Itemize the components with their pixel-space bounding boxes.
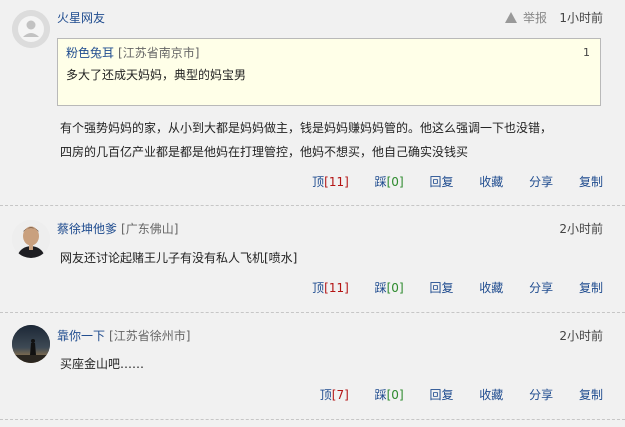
comment-location: [广东佛山] (121, 222, 179, 236)
share-button[interactable]: 分享 (529, 281, 553, 295)
comment-actions: 顶[11] 踩[0] 回复 收藏 分享 复制 (290, 280, 603, 296)
downvote-count: [0] (386, 175, 404, 189)
reply-button[interactable]: 回复 (429, 388, 453, 402)
comment-username[interactable]: 靠你一下 (57, 329, 105, 343)
comment-username[interactable]: 蔡徐坤他爹 (57, 222, 117, 236)
comment-content: 有个强势妈妈的家，从小到大都是妈妈做主，钱是妈妈赚妈妈管的。他这么强调一下也没错… (60, 116, 605, 164)
comment-username-line: 靠你一下 [江苏省徐州市] (57, 328, 190, 344)
comment-divider (0, 419, 625, 420)
favorite-button[interactable]: 收藏 (479, 175, 503, 189)
warning-icon (504, 12, 517, 23)
downvote-button[interactable]: 踩[0] (375, 175, 404, 189)
comment-time: 2小时前 (559, 329, 603, 343)
avatar[interactable] (12, 325, 50, 363)
upvote-count: [7] (331, 388, 349, 402)
comment-content-line: 四房的几百亿产业都是都是他妈在打理管控，他妈不想买，他自己确实没钱买 (60, 145, 469, 159)
comment-actions: 顶[7] 踩[0] 回复 收藏 分享 复制 (298, 387, 603, 403)
comment-username[interactable]: 火星网友 (57, 10, 105, 26)
comment-location: [江苏省徐州市] (109, 329, 191, 343)
share-button[interactable]: 分享 (529, 388, 553, 402)
comment-time: 1小时前 (559, 11, 603, 25)
upvote-button[interactable]: 顶[11] (312, 281, 349, 295)
reply-button[interactable]: 回复 (429, 175, 453, 189)
quoted-comment: 粉色兔耳 [江苏省南京市] 1 多大了还成天妈妈，典型的妈宝男 (57, 38, 601, 106)
quoted-location: [江苏省南京市] (118, 46, 200, 60)
copy-button[interactable]: 复制 (579, 388, 603, 402)
comment-content-line: 有个强势妈妈的家，从小到大都是妈妈做主，钱是妈妈赚妈妈管的。他这么强调一下也没错… (60, 121, 553, 135)
favorite-button[interactable]: 收藏 (479, 388, 503, 402)
user-photo-icon (12, 325, 50, 363)
reply-button[interactable]: 回复 (429, 281, 453, 295)
upvote-label: 顶 (312, 281, 325, 295)
comment-content: 网友还讨论起赌王儿子有没有私人飞机[喷水] (60, 246, 605, 270)
upvote-label: 顶 (319, 388, 332, 402)
downvote-label: 踩 (374, 175, 387, 189)
report-button[interactable]: 举报 (504, 10, 547, 26)
comment-username-line: 蔡徐坤他爹 [广东佛山] (57, 221, 178, 237)
downvote-label: 踩 (374, 388, 387, 402)
upvote-button[interactable]: 顶[7] (320, 388, 349, 402)
upvote-count: [11] (324, 175, 349, 189)
avatar[interactable] (12, 220, 50, 258)
quoted-floor-number: 1 (583, 46, 590, 59)
comment-content-line: 买座金山吧…… (60, 357, 145, 371)
comment-actions: 顶[11] 踩[0] 回复 收藏 分享 复制 (290, 174, 603, 190)
downvote-label: 踩 (374, 281, 387, 295)
comment-time: 2小时前 (559, 222, 603, 236)
quoted-text: 多大了还成天妈妈，典型的妈宝男 (66, 68, 247, 82)
copy-button[interactable]: 复制 (579, 281, 603, 295)
avatar-default[interactable] (12, 10, 50, 48)
upvote-label: 顶 (312, 175, 325, 189)
favorite-button[interactable]: 收藏 (479, 281, 503, 295)
downvote-count: [0] (386, 388, 404, 402)
comment-item: 火星网友 举报 1小时前 粉色兔耳 [江苏省南京市] 1 多大了还成天妈妈，典型的… (0, 0, 625, 205)
quoted-username[interactable]: 粉色兔耳 (66, 46, 114, 60)
report-label: 举报 (522, 11, 547, 25)
copy-button[interactable]: 复制 (579, 175, 603, 189)
upvote-count: [11] (324, 281, 349, 295)
quoted-user: 粉色兔耳 [江苏省南京市] (66, 45, 199, 61)
user-placeholder-icon (12, 10, 50, 48)
comment-item: 靠你一下 [江苏省徐州市] 2小时前 买座金山吧…… 顶[7] 踩[0] 回复 收… (0, 313, 625, 419)
user-photo-icon (12, 220, 50, 258)
downvote-count: [0] (386, 281, 404, 295)
comment-item: 蔡徐坤他爹 [广东佛山] 2小时前 网友还讨论起赌王儿子有没有私人飞机[喷水] 顶… (0, 206, 625, 312)
share-button[interactable]: 分享 (529, 175, 553, 189)
downvote-button[interactable]: 踩[0] (375, 388, 404, 402)
comment-content-line: 网友还讨论起赌王儿子有没有私人飞机[喷水] (60, 251, 298, 265)
comment-content: 买座金山吧…… (60, 352, 605, 376)
upvote-button[interactable]: 顶[11] (312, 175, 349, 189)
downvote-button[interactable]: 踩[0] (375, 281, 404, 295)
